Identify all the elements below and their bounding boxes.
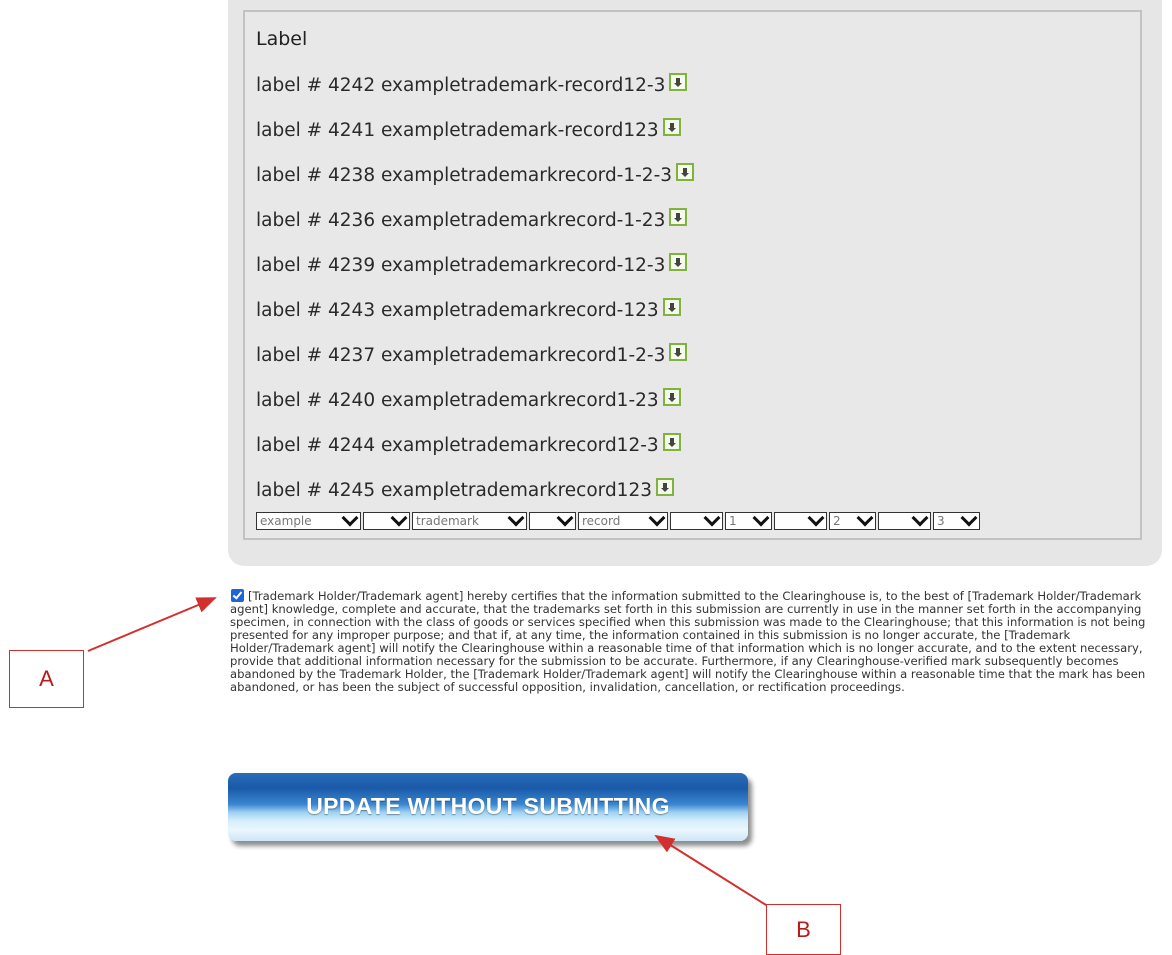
annotation-a: A bbox=[9, 650, 84, 708]
annotation-arrows bbox=[87, 597, 767, 906]
arrow-b bbox=[654, 834, 767, 906]
annotation-b: B bbox=[766, 904, 841, 955]
page: Label label # 4242 exampletrademark-reco… bbox=[0, 0, 1172, 955]
arrow-a bbox=[87, 597, 217, 652]
